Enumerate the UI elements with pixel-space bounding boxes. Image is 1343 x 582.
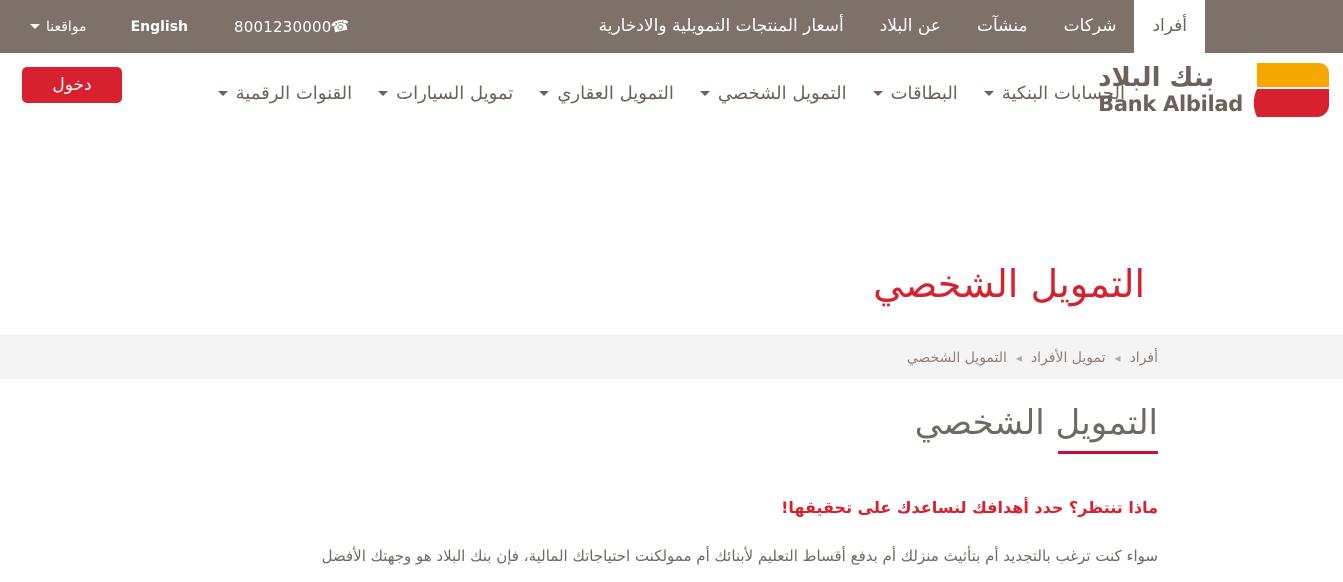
locations-dropdown[interactable]: مواقعنا (10, 19, 107, 35)
breadcrumb-item-individuals[interactable]: أفراد (1130, 350, 1158, 366)
breadcrumb-band: أفراد ◂ تمويل الأفراد ◂ التمويل الشخصي (0, 335, 1343, 379)
breadcrumb: أفراد ◂ تمويل الأفراد ◂ التمويل الشخصي (907, 350, 1158, 366)
contact-phone[interactable]: ☎ 8001230000 (212, 15, 379, 37)
content-body-text: سواء كنت ترغب بالتجديد أم بتأثيث منزلك أ… (321, 546, 1158, 565)
nav-item-auto-finance[interactable]: تمويل السيارات (365, 83, 526, 104)
top-tab-companies[interactable]: شركات (1046, 0, 1135, 53)
login-button[interactable]: دخول (22, 67, 122, 103)
top-tab-establishments[interactable]: منشآت (959, 0, 1046, 53)
top-tab-product-rates[interactable]: أسعار المنتجات التمويلية والادخارية (581, 0, 862, 53)
hero-banner: التمويل الشخصي (0, 130, 1343, 335)
logo-arabic-text: بنك البلاد (1098, 63, 1215, 93)
top-tab-label: أفراد (1152, 16, 1187, 36)
chevron-down-icon (699, 91, 710, 96)
nav-item-personal-finance[interactable]: التمويل الشخصي (687, 83, 860, 104)
top-tab-label: عن البلاد (879, 16, 941, 36)
hero-title: التمويل الشخصي (873, 262, 1145, 307)
chevron-down-icon (872, 91, 883, 96)
breadcrumb-item-personal-finance: التمويل الشخصي (906, 349, 1007, 366)
content-subheading: ماذا تنتظر؟ حدد أهدافك لنساعدك على تحقيق… (781, 497, 1158, 517)
logo-mark-icon (1251, 61, 1331, 119)
main-navigation-bar: بنك البلاد Bank Albilad الحسابات البنكية… (0, 53, 1343, 130)
nav-item-label: التمويل العقاري (557, 83, 674, 104)
bank-albilad-logo[interactable]: بنك البلاد Bank Albilad (1098, 61, 1331, 119)
top-utility-links: ☎ 8001230000 English مواقعنا (0, 0, 379, 53)
top-tab-individuals[interactable]: أفراد (1134, 0, 1205, 53)
top-tab-label: شركات (1063, 16, 1117, 36)
nav-item-label: التمويل الشخصي (717, 83, 847, 104)
nav-item-real-estate-finance[interactable]: التمويل العقاري (526, 83, 687, 104)
nav-item-label: البطاقات (890, 83, 958, 104)
chevron-down-icon (378, 91, 389, 96)
nav-item-label: القنوات الرقمية (235, 83, 353, 104)
chevron-down-icon (983, 91, 994, 96)
chevron-down-icon (30, 24, 40, 29)
content-column: التمويل الشخصي ماذا تنتظر؟ حدد أهدافك لن… (100, 403, 1243, 571)
breadcrumb-item-individual-finance[interactable]: تمويل الأفراد (1031, 350, 1106, 366)
nav-item-digital-channels[interactable]: القنوات الرقمية (205, 83, 366, 104)
chevron-down-icon (539, 91, 550, 96)
phone-handset-icon: ☎ (329, 15, 352, 37)
language-label: English (130, 18, 189, 35)
top-audience-tabs: أفراد شركات منشآت عن البلاد أسعار المنتج… (581, 0, 1343, 53)
breadcrumb-separator-icon: ◂ (1114, 350, 1121, 365)
top-utility-bar: أفراد شركات منشآت عن البلاد أسعار المنتج… (0, 0, 1343, 53)
language-switch-english[interactable]: English (107, 19, 212, 35)
phone-number: 8001230000 (234, 17, 332, 36)
locations-label: مواقعنا (46, 18, 87, 35)
primary-nav-items: الحسابات البنكية البطاقات التمويل الشخصي… (205, 79, 1138, 104)
nav-item-label: تمويل السيارات (396, 83, 514, 104)
logo-english-text: Bank Albilad (1098, 92, 1243, 116)
page-content: التمويل الشخصي ماذا تنتظر؟ حدد أهدافك لن… (0, 379, 1343, 571)
top-tab-label: منشآت (976, 16, 1028, 36)
nav-item-cards[interactable]: البطاقات (860, 83, 971, 104)
logo-wordmark: بنك البلاد Bank Albilad (1098, 65, 1243, 115)
breadcrumb-separator-icon: ◂ (1015, 350, 1022, 365)
top-tab-label: أسعار المنتجات التمويلية والادخارية (598, 16, 844, 36)
chevron-down-icon (217, 91, 228, 96)
page-title: التمويل الشخصي (915, 403, 1159, 454)
top-tab-about[interactable]: عن البلاد (862, 0, 959, 53)
